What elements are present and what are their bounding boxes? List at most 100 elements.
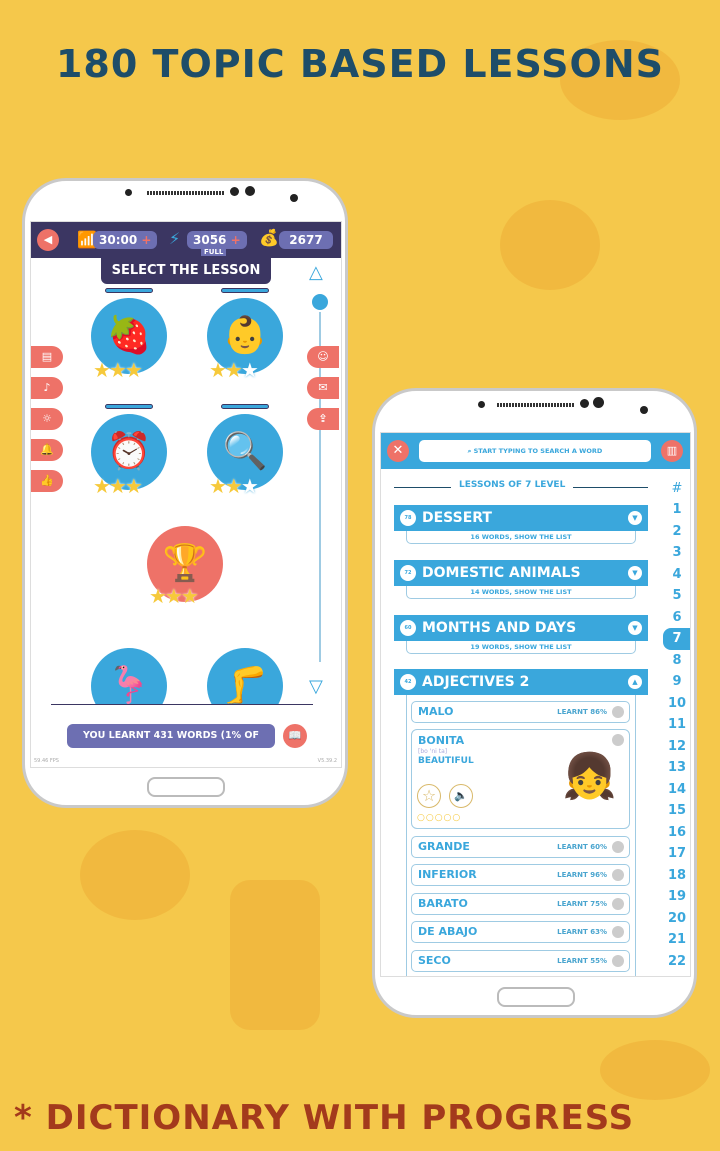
lightning-cloud-icon: ⚡: [169, 229, 181, 248]
scroll-up-icon[interactable]: △: [309, 262, 323, 283]
phone-left: ◀ 📶 30:00 + ⚡ 3056 + FULL 💰 2677 SELECT …: [22, 178, 348, 808]
bg-butterfly-shape: [500, 200, 600, 290]
brightness-icon[interactable]: ☼: [31, 408, 63, 430]
level-index-item[interactable]: 9: [663, 671, 690, 693]
screen-dictionary: ✕ ⌕ START TYPING TO SEARCH A WORD ▥ LESS…: [380, 432, 691, 977]
level-index-item[interactable]: 13: [663, 757, 690, 779]
expand-icon: [612, 706, 624, 718]
word: DE ABAJO: [418, 925, 478, 938]
learnt-percent: LEARNT 60%: [557, 843, 607, 851]
level-index-item[interactable]: 2: [663, 521, 690, 543]
trophy-icon: 🏆: [162, 543, 208, 584]
level-index-item[interactable]: 14: [663, 779, 690, 801]
sensor: [290, 194, 298, 202]
word: BARATO: [418, 897, 468, 910]
search-input[interactable]: ⌕ START TYPING TO SEARCH A WORD: [419, 440, 651, 462]
level-index-item[interactable]: 22: [663, 951, 690, 973]
home-button[interactable]: [497, 987, 575, 1007]
level-index-item[interactable]: 17: [663, 843, 690, 865]
bell-icon[interactable]: 🔔: [31, 439, 63, 461]
level-index-item[interactable]: 18: [663, 865, 690, 887]
lesson-stars: ★★★: [93, 474, 143, 498]
expand-icon: [612, 869, 624, 881]
share-icon[interactable]: ⇪: [307, 408, 339, 430]
word-card-expanded[interactable]: BONITA [bo 'ni ta] BEAUTIFUL ☆ 🔈 ○○○○○ 👧: [411, 729, 630, 829]
lesson-number: 60: [400, 620, 416, 636]
timer[interactable]: 30:00 +: [93, 231, 158, 249]
thumbs-up-icon[interactable]: 👍: [31, 470, 63, 492]
star-button[interactable]: ☆: [417, 784, 441, 808]
lesson-progress: [221, 404, 269, 409]
lesson-header-expanded[interactable]: 42 ADJECTIVES 2 ▲: [394, 669, 648, 695]
level-index-item[interactable]: 20: [663, 908, 690, 930]
level-index-item[interactable]: 6: [663, 607, 690, 629]
chevron-up-icon: ▲: [628, 675, 642, 689]
scroll-down-icon[interactable]: ▽: [309, 676, 323, 697]
speaker: [497, 403, 575, 407]
lesson-progress: [105, 288, 153, 293]
close-button[interactable]: ✕: [387, 440, 409, 462]
plus-icon: +: [230, 233, 241, 247]
book-icon[interactable]: ▤: [31, 346, 63, 368]
lesson-header[interactable]: 72 DOMESTIC ANIMALS ▼: [394, 560, 648, 586]
level-index-item[interactable]: 1: [663, 499, 690, 521]
back-button[interactable]: ◀: [37, 229, 59, 251]
level-index-item[interactable]: 21: [663, 929, 690, 951]
sensor: [640, 406, 648, 414]
collapse-icon[interactable]: [612, 734, 624, 746]
show-list-link[interactable]: 16 WORDS, SHOW THE LIST: [406, 531, 636, 544]
level-index-item[interactable]: 7: [663, 628, 690, 650]
level-index-item[interactable]: 12: [663, 736, 690, 758]
sensor: [125, 189, 132, 196]
learnt-percent: LEARNT 55%: [557, 957, 607, 965]
bg-pants-shape: [230, 880, 320, 1030]
word-row[interactable]: BARATO LEARNT 75%: [411, 893, 630, 915]
speaker-button[interactable]: 🔈: [449, 784, 473, 808]
top-bar: ◀ 📶 30:00 + ⚡ 3056 + FULL 💰 2677: [31, 222, 341, 258]
level-index-item[interactable]: 16: [663, 822, 690, 844]
mail-icon[interactable]: ✉: [307, 377, 339, 399]
level-index-item[interactable]: 8: [663, 650, 690, 672]
money-bag-icon: 💰: [259, 228, 279, 247]
word: BONITA: [418, 734, 465, 747]
word: GRANDE: [418, 840, 470, 853]
level-index-item[interactable]: 5: [663, 585, 690, 607]
screen-lessons: ◀ 📶 30:00 + ⚡ 3056 + FULL 💰 2677 SELECT …: [30, 221, 342, 768]
show-list-link[interactable]: 14 WORDS, SHOW THE LIST: [406, 586, 636, 599]
home-button[interactable]: [147, 777, 225, 797]
level-index-item[interactable]: 4: [663, 564, 690, 586]
learnt-percent: LEARNT 86%: [557, 708, 607, 716]
word-row[interactable]: DE ABAJO LEARNT 63%: [411, 921, 630, 943]
luggage-icon[interactable]: ▥: [661, 440, 683, 462]
lesson-header[interactable]: 78 DESSERT ▼: [394, 505, 648, 531]
scroll-thumb[interactable]: [312, 294, 328, 310]
level-index-item[interactable]: 15: [663, 800, 690, 822]
level-index-item[interactable]: 3: [663, 542, 690, 564]
word-row[interactable]: GRANDE LEARNT 60%: [411, 836, 630, 858]
word-row[interactable]: MALO LEARNT 86%: [411, 701, 630, 723]
timer-value: 30:00: [99, 233, 138, 247]
sensor: [230, 187, 239, 196]
level-index-item[interactable]: 11: [663, 714, 690, 736]
chevron-down-icon: ▼: [628, 621, 642, 635]
expand-icon: [612, 926, 624, 938]
strawberry-icon: 🍓: [106, 315, 152, 356]
knee-icon: 🦵: [222, 665, 268, 706]
version-label: V5.39.2: [317, 758, 337, 764]
reader-icon[interactable]: 📖: [283, 724, 307, 748]
lesson-header[interactable]: 60 MONTHS AND DAYS ▼: [394, 615, 648, 641]
expand-icon: [612, 955, 624, 967]
no-music-icon[interactable]: ♪: [31, 377, 63, 399]
level-index-item[interactable]: 19: [663, 886, 690, 908]
show-list-link[interactable]: 19 WORDS, SHOW THE LIST: [406, 641, 636, 654]
word-row[interactable]: SECO LEARNT 55%: [411, 950, 630, 972]
energy[interactable]: 3056 +: [187, 231, 247, 249]
coins[interactable]: 2677: [279, 231, 333, 249]
mask-icon[interactable]: ☺: [307, 346, 339, 368]
footer-caption: * DICTIONARY WITH PROGRESS: [14, 1098, 635, 1138]
level-index-item[interactable]: 10: [663, 693, 690, 715]
word-row[interactable]: INFERIOR LEARNT 96%: [411, 864, 630, 886]
flamingo-icon: 🦩: [106, 665, 152, 706]
lesson-name: DESSERT: [422, 510, 492, 526]
level-index-header: #: [671, 481, 683, 496]
